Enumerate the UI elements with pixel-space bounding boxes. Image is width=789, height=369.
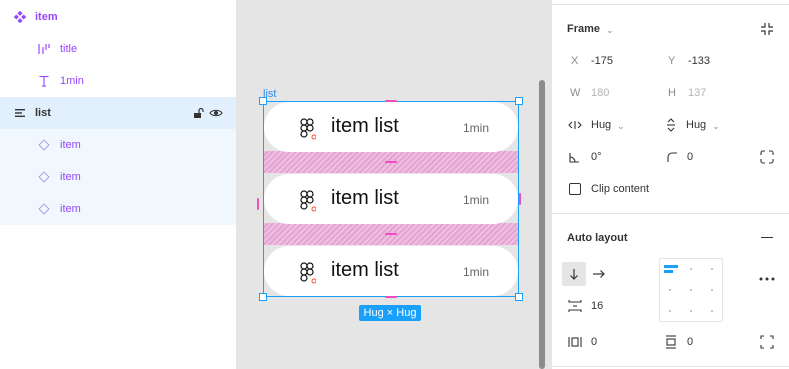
alignment-indicator — [664, 265, 678, 268]
resize-handle-top-left[interactable] — [259, 97, 267, 105]
padding-handle-right[interactable] — [519, 193, 521, 205]
frame-section-header[interactable]: Frame — [567, 23, 600, 35]
independent-padding-icon[interactable] — [760, 335, 774, 349]
padding-handle-bottom[interactable] — [385, 296, 397, 298]
clip-content-label: Clip content — [591, 183, 650, 195]
x-input[interactable]: -175 — [591, 55, 613, 67]
independent-corners-icon[interactable] — [760, 150, 774, 164]
rotation-icon — [569, 152, 580, 163]
text-columns-icon — [36, 41, 52, 57]
width-input[interactable]: 180 — [591, 87, 609, 99]
more-options-icon[interactable] — [759, 272, 775, 281]
clip-content-checkbox[interactable] — [569, 183, 581, 195]
alignment-dot[interactable] — [690, 268, 692, 270]
auto-layout-vertical-icon — [12, 105, 28, 121]
layer-child-item-2[interactable]: item — [0, 161, 236, 193]
vertical-resize-icon — [666, 118, 676, 132]
resize-handle-bottom-right[interactable] — [515, 293, 523, 301]
horizontal-padding-input[interactable]: 0 — [591, 336, 597, 348]
auto-layout-header[interactable]: Auto layout — [567, 232, 628, 244]
layer-label: list — [35, 107, 51, 119]
instance-icon — [36, 137, 52, 153]
chevron-down-icon[interactable]: ⌄ — [606, 25, 614, 36]
layer-list-frame[interactable]: list — [0, 97, 236, 129]
layer-item-component[interactable]: item — [0, 1, 236, 33]
alignment-dot[interactable] — [669, 310, 671, 312]
corner-radius-input[interactable]: 0 — [687, 151, 693, 163]
y-label: Y — [668, 55, 676, 67]
instance-icon — [36, 201, 52, 217]
layer-label: 1min — [60, 75, 84, 87]
layers-panel: item title 1min list item item item — [0, 0, 237, 369]
rotation-input[interactable]: 0° — [591, 151, 602, 163]
alignment-dot[interactable] — [711, 268, 713, 270]
alignment-grid[interactable] — [659, 258, 723, 322]
layer-label: item — [60, 139, 81, 151]
y-input[interactable]: -133 — [688, 55, 710, 67]
w-label: W — [570, 87, 581, 99]
height-mode-select[interactable]: Hug — [686, 119, 706, 131]
instance-icon — [36, 169, 52, 185]
alignment-dot[interactable] — [711, 289, 713, 291]
alignment-dot[interactable] — [690, 289, 692, 291]
alignment-dot[interactable] — [690, 310, 692, 312]
spacing-between-icon — [568, 299, 582, 313]
divider — [551, 213, 789, 214]
arrow-right-icon — [593, 270, 605, 278]
alignment-dot[interactable] — [669, 289, 671, 291]
collapse-icon[interactable] — [760, 22, 774, 36]
vertical-padding-icon — [664, 335, 678, 349]
x-label: X — [571, 55, 579, 67]
height-input[interactable]: 137 — [688, 87, 706, 99]
divider — [551, 4, 789, 5]
layer-label: item — [35, 11, 58, 23]
horizontal-padding-icon — [568, 335, 582, 349]
selected-frame-outline[interactable] — [263, 101, 519, 297]
padding-handle-left[interactable] — [257, 198, 259, 210]
layer-label: item — [60, 203, 81, 215]
gap-handle[interactable] — [385, 161, 397, 163]
gap-handle[interactable] — [385, 233, 397, 235]
arrow-down-icon — [570, 269, 578, 280]
layer-child-item-3[interactable]: item — [0, 193, 236, 225]
alignment-indicator — [664, 270, 673, 273]
eye-icon[interactable] — [208, 105, 224, 121]
resize-handle-top-right[interactable] — [515, 97, 523, 105]
corner-radius-icon — [667, 152, 678, 163]
remove-auto-layout-icon[interactable] — [761, 237, 773, 238]
width-mode-select[interactable]: Hug — [591, 119, 611, 131]
direction-vertical-button[interactable] — [562, 262, 586, 286]
alignment-dot[interactable] — [711, 310, 713, 312]
component-icon — [12, 9, 28, 25]
layer-title[interactable]: title — [0, 33, 236, 65]
chevron-down-icon[interactable]: ⌄ — [617, 121, 625, 132]
padding-handle-top[interactable] — [385, 100, 397, 102]
size-badge: Hug × Hug — [359, 305, 421, 321]
layer-child-item-1[interactable]: item — [0, 129, 236, 161]
resize-handle-bottom-left[interactable] — [259, 293, 267, 301]
text-icon — [36, 73, 52, 89]
canvas-scrollbar[interactable] — [539, 80, 545, 369]
divider — [551, 366, 789, 367]
h-label: H — [668, 87, 676, 99]
layer-label: title — [60, 43, 78, 55]
horizontal-resize-icon — [568, 120, 582, 130]
direction-horizontal-button[interactable] — [592, 268, 606, 280]
layer-label: item — [60, 171, 81, 183]
spacing-input[interactable]: 16 — [591, 300, 603, 312]
unlock-icon[interactable] — [190, 105, 206, 121]
vertical-padding-input[interactable]: 0 — [687, 336, 693, 348]
layer-text-1min[interactable]: 1min — [0, 65, 236, 97]
chevron-down-icon[interactable]: ⌄ — [712, 121, 720, 132]
